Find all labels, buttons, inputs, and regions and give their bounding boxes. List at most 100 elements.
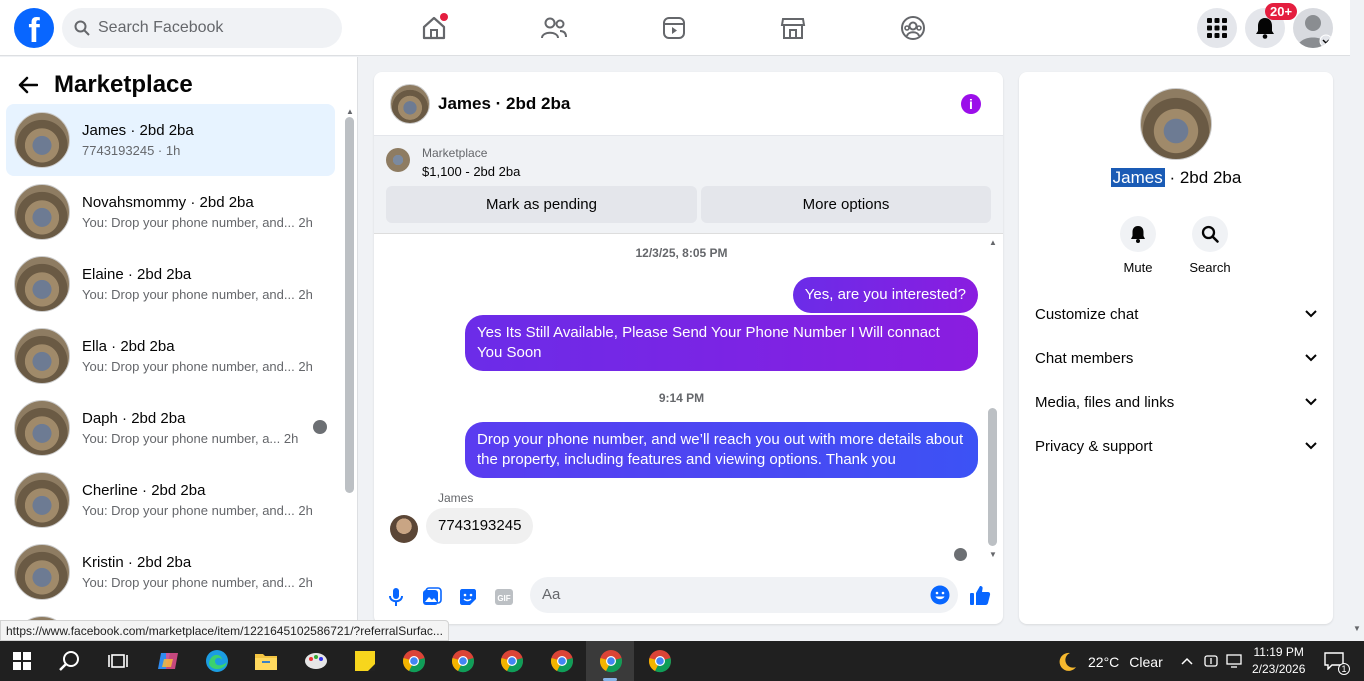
- search-icon: [59, 651, 79, 671]
- file-explorer-app[interactable]: [252, 647, 280, 675]
- mark-as-pending-button[interactable]: Mark as pending: [386, 186, 697, 223]
- chrome-window[interactable]: [498, 647, 526, 675]
- listing-thumbnail: [14, 544, 70, 600]
- contact-name: James · 2bd 2ba: [1019, 168, 1333, 188]
- outgoing-message[interactable]: Yes Its Still Available, Please Send You…: [465, 315, 978, 371]
- edge-app[interactable]: [203, 647, 231, 675]
- chat-scroll-down-arrow[interactable]: ▼: [989, 550, 997, 559]
- listing-mini-thumbnail: [386, 148, 410, 172]
- conversation-item[interactable]: Ella · 2bd 2ba You: Drop your phone numbe…: [6, 320, 335, 392]
- chevron-down-icon: [1305, 354, 1317, 362]
- outgoing-message[interactable]: Yes, are you interested?: [792, 277, 978, 313]
- device-icon: [1204, 655, 1218, 667]
- contact-first-name-selected: James: [1110, 168, 1165, 187]
- conversation-name: Kristin · 2bd 2ba: [82, 554, 192, 571]
- marketplace-tab[interactable]: [777, 12, 809, 44]
- search-input[interactable]: Search Facebook: [62, 8, 342, 48]
- photo-icon: [423, 587, 442, 605]
- contact-name-rest: · 2bd 2ba: [1164, 168, 1242, 187]
- privacy-support-section[interactable]: Privacy & support: [1035, 428, 1317, 464]
- notification-center[interactable]: 1: [1320, 647, 1350, 675]
- sticker-button[interactable]: [457, 586, 479, 608]
- start-button[interactable]: [8, 647, 36, 675]
- conversation-name: Daph · 2bd 2ba: [82, 410, 186, 427]
- conversation-item[interactable]: Cherline · 2bd 2ba You: Drop your phone n…: [6, 464, 335, 536]
- outgoing-message[interactable]: Drop your phone number, and we’ll reach …: [465, 422, 978, 478]
- hover-link-status: https://www.facebook.com/marketplace/ite…: [0, 620, 449, 641]
- windows-taskbar: 22°C Clear 11:19 PM 2/23/2026 1: [0, 641, 1364, 681]
- incoming-message[interactable]: 7743193245: [426, 508, 534, 544]
- emoji-icon[interactable]: [930, 585, 950, 605]
- conversation-time: 2h: [298, 287, 313, 302]
- conversation-item[interactable]: Daph · 2bd 2ba You: Drop your phone numbe…: [6, 392, 335, 464]
- conversation-item[interactable]: Kristin · 2bd 2ba You: Drop your phone nu…: [6, 536, 335, 608]
- page-scrollbar[interactable]: ▼: [1350, 0, 1364, 641]
- conversation-time: 2h: [298, 575, 313, 590]
- conversation-item[interactable]: Novahsmommy · 2bd 2ba You: Drop your phon…: [6, 176, 335, 248]
- message-input[interactable]: Aa: [530, 577, 958, 613]
- search-placeholder: Search Facebook: [98, 19, 224, 36]
- contact-listing-avatar[interactable]: [1140, 88, 1212, 160]
- chrome-window-active[interactable]: [597, 647, 625, 675]
- pinned-app-paint[interactable]: [302, 647, 330, 675]
- marketplace-icon: [780, 18, 806, 39]
- home-tab[interactable]: [418, 12, 450, 44]
- folder-icon: [255, 654, 277, 670]
- read-receipt-avatar: [313, 420, 327, 434]
- copilot-app[interactable]: [154, 647, 182, 675]
- media-files-links-section[interactable]: Media, files and links: [1035, 384, 1317, 420]
- watch-tab[interactable]: [658, 12, 690, 44]
- page-scroll-down-arrow[interactable]: ▼: [1353, 624, 1361, 633]
- chrome-window[interactable]: [449, 647, 477, 675]
- chrome-window[interactable]: [646, 647, 674, 675]
- customize-chat-section[interactable]: Customize chat: [1035, 296, 1317, 332]
- weather-widget[interactable]: 22°C Clear: [1056, 651, 1163, 673]
- attach-photo-button[interactable]: [421, 586, 443, 608]
- chat-scroll-up-arrow[interactable]: ▲: [989, 238, 997, 247]
- task-view-button[interactable]: [104, 647, 132, 675]
- listing-thumbnail: [14, 472, 70, 528]
- chat-scrollbar[interactable]: [988, 408, 997, 546]
- facebook-logo[interactable]: f: [14, 8, 54, 48]
- sticky-notes-app[interactable]: [351, 647, 379, 675]
- sender-name: James: [438, 491, 474, 505]
- groups-tab[interactable]: [897, 12, 929, 44]
- search-in-conversation-action[interactable]: Search: [1180, 216, 1240, 275]
- taskbar-search-button[interactable]: [56, 647, 84, 675]
- listing-price-title[interactable]: $1,100 - 2bd 2ba: [422, 164, 520, 179]
- grid-menu-icon: [1207, 18, 1227, 38]
- chrome-window[interactable]: [400, 647, 428, 675]
- conversation-preview: You: Drop your phone number, a...: [82, 431, 281, 446]
- back-arrow-icon[interactable]: [18, 76, 38, 94]
- scroll-up-arrow[interactable]: ▲: [346, 107, 354, 116]
- gif-button[interactable]: GIF: [493, 586, 515, 608]
- sender-avatar[interactable]: [390, 515, 418, 543]
- chat-listing-thumbnail[interactable]: [390, 83, 430, 124]
- conversation-list-scrollbar[interactable]: [345, 117, 354, 493]
- friends-tab[interactable]: [538, 12, 570, 44]
- system-clock[interactable]: 11:19 PM 2/23/2026: [1252, 644, 1305, 678]
- menu-button[interactable]: [1197, 8, 1237, 48]
- voice-clip-button[interactable]: [385, 586, 407, 608]
- conversation-preview-row: You: Drop your phone number, and... 2h: [82, 215, 335, 230]
- conversation-item[interactable]: Elaine · 2bd 2ba You: Drop your phone num…: [6, 248, 335, 320]
- conversation-time: 2h: [283, 431, 299, 446]
- chrome-window[interactable]: [548, 647, 576, 675]
- chat-header: James · 2bd 2ba i: [374, 72, 1003, 136]
- bell-icon: [1256, 18, 1274, 39]
- chat-title[interactable]: James · 2bd 2ba: [438, 94, 570, 114]
- mute-action[interactable]: Mute: [1108, 216, 1168, 275]
- gif-label: GIF: [497, 594, 510, 603]
- notifications-button[interactable]: 20+: [1245, 3, 1298, 48]
- more-options-button[interactable]: More options: [701, 186, 991, 223]
- account-avatar[interactable]: [1293, 8, 1333, 48]
- network-status[interactable]: [1220, 647, 1248, 675]
- conversation-name: Elaine · 2bd 2ba: [82, 266, 192, 283]
- info-icon[interactable]: i: [961, 94, 981, 114]
- chat-members-section[interactable]: Chat members: [1035, 340, 1317, 376]
- like-button[interactable]: [969, 584, 991, 606]
- conversation-preview-row: You: Drop your phone number, and... 2h: [82, 575, 335, 590]
- conversation-item[interactable]: James · 2bd 2ba 7743193245 · 1h: [6, 104, 335, 176]
- palette-icon: [305, 653, 327, 669]
- message-composer: GIF Aa: [374, 572, 1003, 624]
